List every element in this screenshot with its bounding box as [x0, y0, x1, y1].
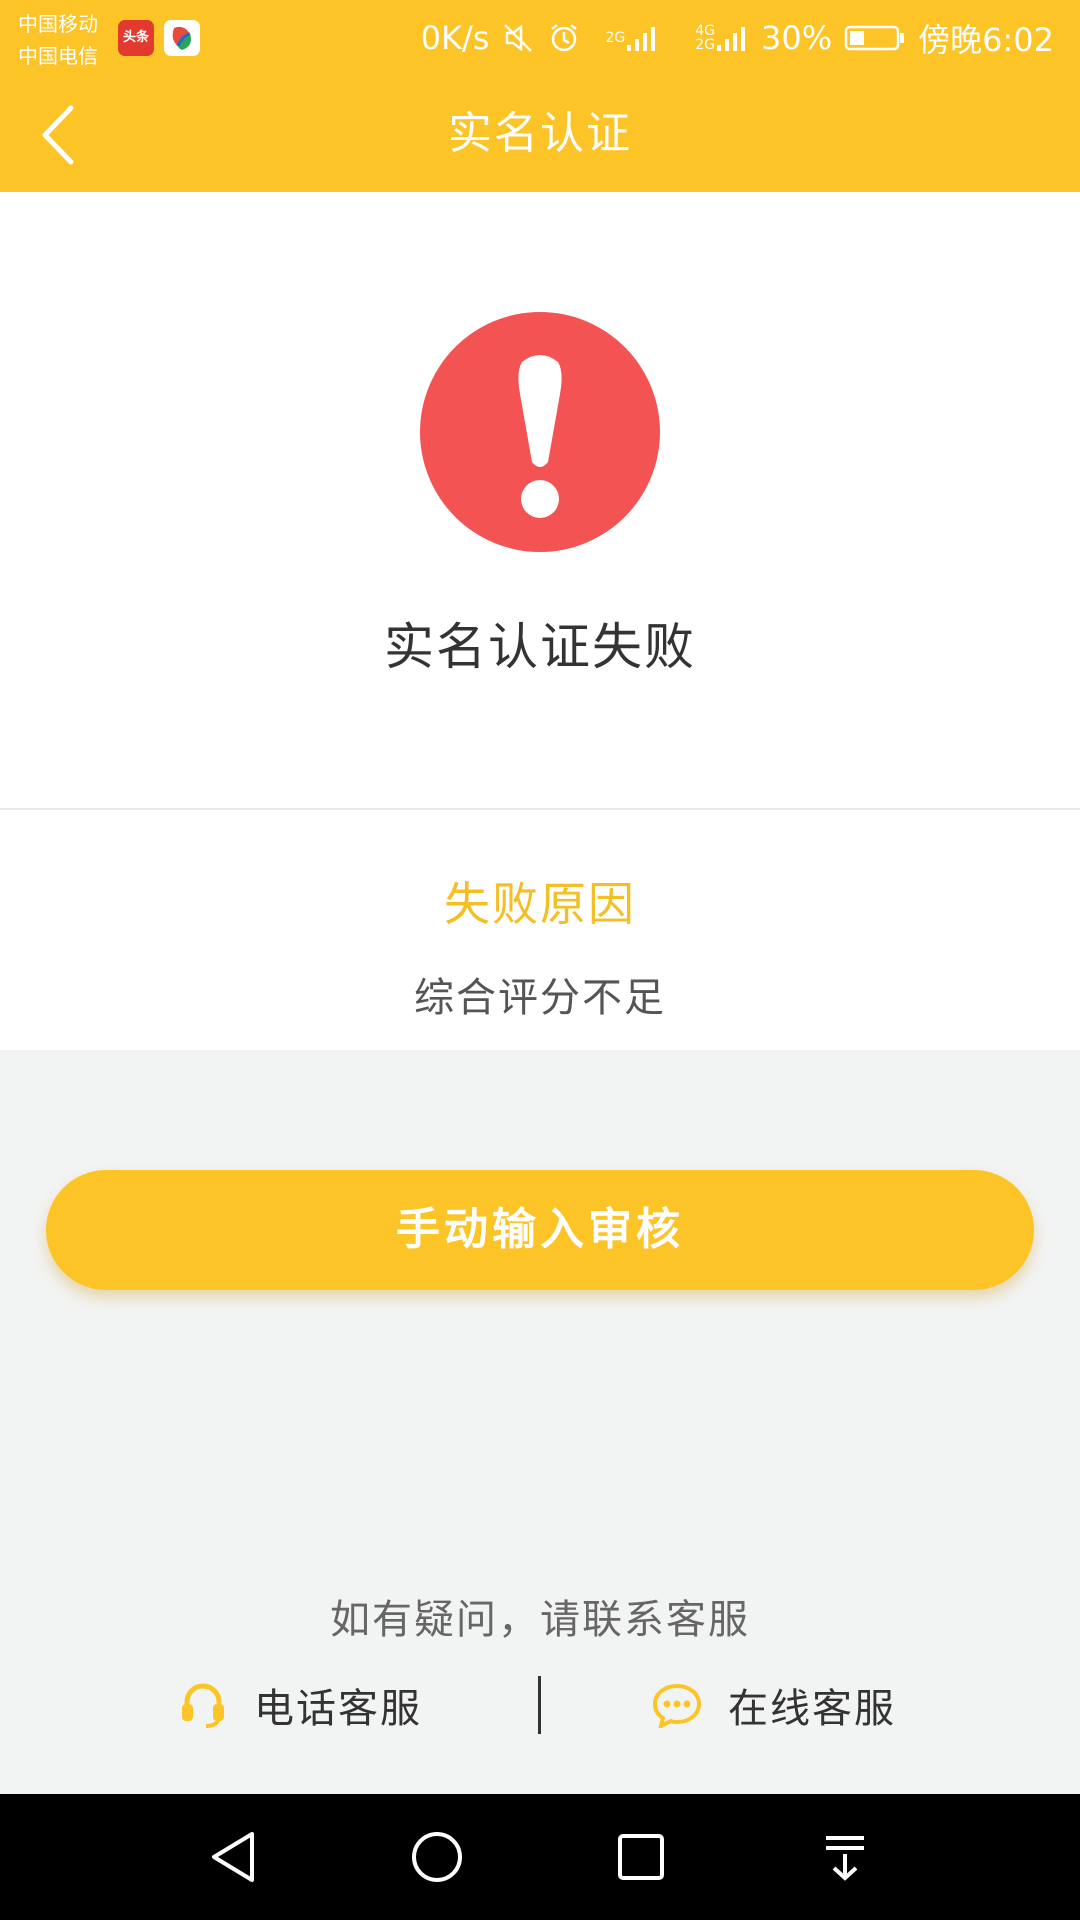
failure-reason-text: 综合评分不足 [414, 975, 666, 1021]
carrier-info: 中国移动 中国电信 [18, 8, 98, 72]
clock: 傍晚6:02 [918, 21, 1054, 59]
sim2-network-tag: 4G [695, 23, 715, 39]
circle-home-icon [412, 1832, 462, 1882]
signal-sim2-icon: 4G 2G [671, 23, 749, 53]
sim1-network-tag: 2G [605, 30, 626, 46]
divider [538, 1676, 541, 1734]
help-text: 如有疑问，请联系客服 [330, 1597, 750, 1643]
result-panel: 实名认证失败 [0, 192, 1080, 810]
carrier-1: 中国移动 [18, 12, 98, 36]
headset-icon [182, 1683, 224, 1728]
battery-percent: 30% [761, 19, 833, 57]
failure-reason-heading: 失败原因 [444, 877, 636, 931]
square-recents-icon [618, 1834, 664, 1880]
top-header: 中国移动 中国电信 头条 0K/s 2G 4G 2G 30% 傍晚6:02 实名… [0, 0, 1080, 192]
system-notification-button[interactable] [812, 1824, 878, 1890]
mute-icon [501, 21, 535, 55]
system-recents-button[interactable] [608, 1824, 674, 1890]
pull-down-icon [826, 1836, 864, 1881]
result-title: 实名认证失败 [384, 618, 696, 676]
signal-sim1-icon: 2G [593, 23, 659, 53]
system-nav-bar [0, 1794, 1080, 1920]
sim2-network-tag-secondary: 2G [695, 37, 715, 53]
alarm-icon [547, 21, 581, 55]
online-service-label: 在线客服 [728, 1686, 896, 1732]
net-speed: 0K/s [420, 19, 490, 57]
toutiao-app-icon: 头条 [118, 20, 154, 56]
phone-service-link[interactable]: 电话客服 [178, 1672, 422, 1738]
phone-service-label: 电话客服 [254, 1686, 422, 1732]
battery-icon [844, 23, 906, 53]
manual-review-button[interactable]: 手动输入审核 [46, 1170, 1034, 1290]
page-title: 实名认证 [448, 108, 632, 159]
status-icons: 0K/s 2G 4G 2G 30% 傍晚6:02 [409, 14, 1054, 62]
online-service-link[interactable]: 在线客服 [652, 1672, 896, 1738]
alert-icon [420, 312, 660, 552]
chat-bubble-icon [652, 1683, 702, 1728]
triangle-back-icon [212, 1832, 254, 1882]
carrier-2: 中国电信 [18, 44, 98, 68]
failure-reason-panel: 失败原因 综合评分不足 [0, 810, 1080, 1050]
system-back-button[interactable] [200, 1824, 266, 1890]
app-notification-icon [164, 20, 200, 56]
system-home-button[interactable] [404, 1824, 470, 1890]
